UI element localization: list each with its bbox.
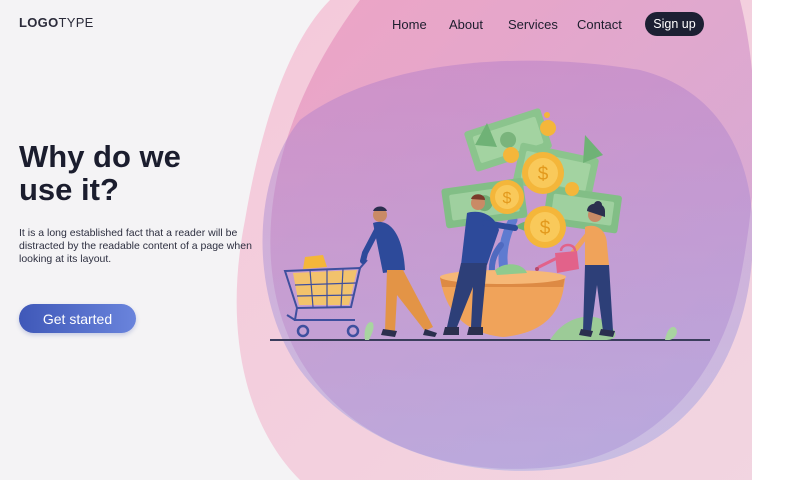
- shopping-cart-icon: [283, 255, 368, 338]
- svg-text:$: $: [540, 218, 551, 239]
- signup-button[interactable]: Sign up: [645, 12, 704, 36]
- top-nav: Home About Services Contact Sign up: [0, 12, 752, 38]
- hero-title-line-2: use it?: [19, 172, 119, 207]
- nav-link-services[interactable]: Services: [508, 17, 558, 32]
- hero-description: It is a long established fact that a rea…: [19, 227, 252, 265]
- man-pushing-cart: [360, 206, 437, 337]
- svg-text:$: $: [538, 164, 549, 185]
- watering-can-icon: [535, 243, 579, 273]
- nav-link-contact[interactable]: Contact: [577, 17, 622, 32]
- svg-text:$: $: [503, 190, 512, 207]
- landing-page: LOGOTYPE Home About Services Contact Sig…: [0, 0, 752, 480]
- nav-link-about[interactable]: About: [449, 17, 483, 32]
- nav-link-home[interactable]: Home: [392, 17, 427, 32]
- hero-illustration: $ $ $: [270, 108, 710, 341]
- get-started-button[interactable]: Get started: [19, 304, 136, 333]
- hero-title-line-1: Why do we: [19, 139, 181, 174]
- hero-title: Why do we use it?: [19, 140, 249, 206]
